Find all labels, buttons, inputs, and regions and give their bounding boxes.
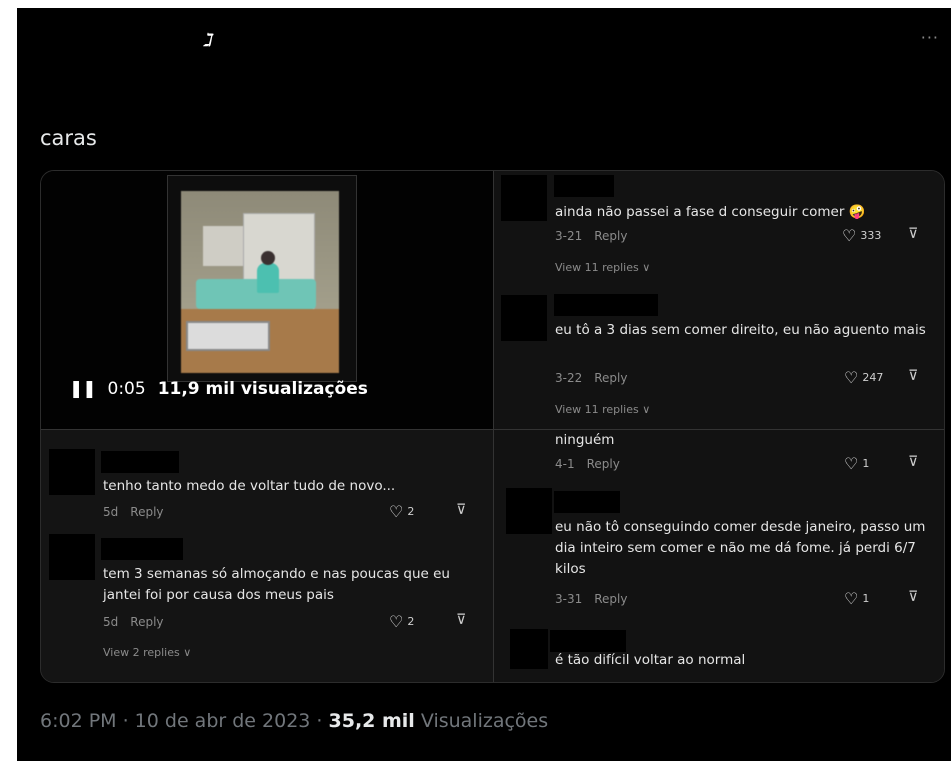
reply-button[interactable]: Reply [594,592,627,606]
video-time: 0:05 [107,379,146,399]
comment-text: ainda não passei a fase d conseguir come… [555,204,866,220]
tweet-frame: ℷ ··· caras ❚❚ 0:05 11,9 mil visualizaçõ… [17,8,951,761]
avatar[interactable] [501,175,547,221]
comment-text: tenho tanto medo de voltar tudo de novo.… [103,478,396,494]
username-redacted [554,491,620,513]
like-button[interactable]: ♡ 2 [389,502,414,521]
username-redacted [554,294,658,316]
video-thumbnail[interactable] [181,191,339,373]
more-options-button[interactable]: ··· [921,28,939,47]
video-thumbnail-frame [167,175,357,382]
comment-date: 5d [103,615,119,629]
username-redacted [550,630,626,652]
avatar[interactable] [49,449,95,495]
dislike-icon[interactable]: ⊽ [908,226,918,242]
tweet-footer: 6:02 PM · 10 de abr de 2023 · 35,2 mil V… [40,710,548,732]
username-redacted [554,175,614,197]
comment-date: 4-1 [555,457,575,471]
comments-panel-top-right: ainda não passei a fase d conseguir come… [494,171,944,429]
comments-panel-bottom-left: tenho tanto medo de voltar tudo de novo.… [41,430,493,682]
tweet-text: caras [40,126,97,150]
like-count: 247 [862,371,884,384]
reply-button[interactable]: Reply [587,457,620,471]
view-replies-link[interactable]: View 2 replies ∨ [103,646,191,659]
username-redacted [101,451,179,473]
comment-date: 3-21 [555,229,583,243]
like-count: 2 [407,615,415,628]
comment-meta: 3-21 Reply [555,229,627,243]
dislike-icon[interactable]: ⊽ [908,454,918,470]
view-replies-link[interactable]: View 11 replies ∨ [555,403,650,416]
like-button[interactable]: ♡ 1 [844,589,869,608]
reply-button[interactable]: Reply [130,505,163,519]
comment-text: tem 3 semanas só almoçando e nas poucas … [103,566,450,603]
tweet-views-count: 35,2 mil [328,710,415,732]
tweet-views-label: Visualizações [414,710,549,732]
heart-icon: ♡ [844,589,859,608]
heart-icon: ♡ [844,454,859,473]
like-count: 1 [862,457,870,470]
comment-date: 5d [103,505,119,519]
heart-icon: ♡ [389,502,404,521]
tweet-media[interactable]: ❚❚ 0:05 11,9 mil visualizações ainda não… [40,170,945,683]
heart-icon: ♡ [842,226,857,245]
comment-date: 3-22 [555,371,583,385]
grid-divider-horizontal [41,429,944,430]
comment-text: é tão difícil voltar ao normal [555,652,746,668]
dislike-icon[interactable]: ⊽ [456,502,466,518]
like-button[interactable]: ♡ 2 [389,612,414,631]
comment-meta: 3-22 Reply [555,371,627,385]
avatar[interactable] [510,629,548,669]
username-redacted [101,538,183,560]
video-panel[interactable]: ❚❚ 0:05 11,9 mil visualizações [41,171,493,429]
reply-button[interactable]: Reply [594,229,627,243]
comment-date: 3-31 [555,592,583,606]
like-count: 1 [862,592,870,605]
comment-text: eu tô a 3 dias sem comer direito, eu não… [555,322,926,338]
like-button[interactable]: ♡ 247 [844,368,883,387]
like-button[interactable]: ♡ 1 [844,454,869,473]
comment-meta: 5d Reply [103,615,164,629]
dislike-icon[interactable]: ⊽ [908,589,918,605]
video-views: 11,9 mil visualizações [157,379,368,399]
reply-button[interactable]: Reply [594,371,627,385]
user-logo-icon: ℷ [201,30,216,51]
dislike-icon[interactable]: ⊽ [908,368,918,384]
dislike-icon[interactable]: ⊽ [456,612,466,628]
comment-meta: 5d Reply [103,505,164,519]
comment-text: ninguém [555,432,615,448]
like-button[interactable]: ♡ 333 [842,226,881,245]
comment-meta: 4-1 Reply [555,457,620,471]
avatar[interactable] [506,488,552,534]
tweet-timestamp[interactable]: 6:02 PM · 10 de abr de 2023 · [40,710,329,732]
pause-icon[interactable]: ❚❚ [69,379,96,399]
heart-icon: ♡ [844,368,859,387]
comment-text: eu não tô conseguindo comer desde janeir… [555,519,926,577]
grid-divider-vertical [493,171,494,682]
avatar[interactable] [49,534,95,580]
like-count: 333 [860,229,882,242]
reply-button[interactable]: Reply [130,615,163,629]
avatar[interactable] [501,295,547,341]
view-replies-link[interactable]: View 11 replies ∨ [555,261,650,274]
video-controls: ❚❚ 0:05 11,9 mil visualizações [69,379,368,399]
comments-panel-bottom-right: ninguém 4-1 Reply ♡ 1 ⊽ eu não tô consegui… [494,430,944,682]
like-count: 2 [407,505,415,518]
heart-icon: ♡ [389,612,404,631]
comment-meta: 3-31 Reply [555,592,627,606]
